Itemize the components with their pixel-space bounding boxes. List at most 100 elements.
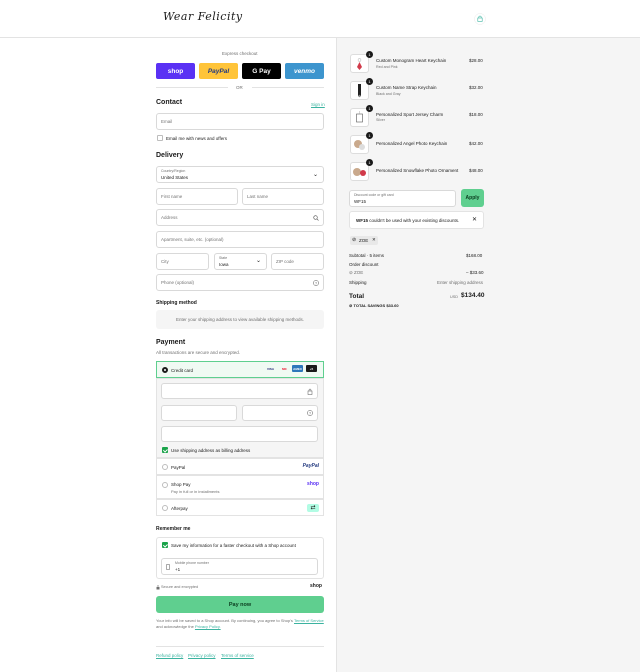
shipping-message: Enter your shipping address to view avai…	[175, 317, 305, 322]
tag-icon: ⊘	[349, 270, 353, 275]
order-discount-label: Order discount	[349, 262, 379, 267]
quantity-badge: 1	[366, 78, 373, 85]
credit-card-option[interactable]: Credit card VISA MC AMEX +5	[156, 361, 324, 378]
paypal-button[interactable]: PayPal	[199, 63, 238, 79]
item-variant: Black and Gray	[376, 92, 401, 96]
divider	[156, 87, 228, 88]
country-select[interactable]: Country/Region United States ⌄	[156, 166, 324, 183]
privacy-link[interactable]: Privacy Policy.	[195, 624, 221, 629]
last-name-field[interactable]: Last name	[242, 188, 324, 205]
sign-in-link[interactable]: Sign in	[311, 102, 325, 107]
phone-field[interactable]: Phone (optional) ?	[156, 274, 324, 291]
quantity-badge: 1	[366, 132, 373, 139]
item-variant: Silver	[376, 118, 385, 122]
item-variant: Red and Pink	[376, 65, 398, 69]
shoppay-option[interactable]: Shop Pay Pay in full or in installments …	[156, 475, 324, 499]
refund-policy-link[interactable]: Refund policy	[156, 653, 183, 658]
shop-logo: shop	[310, 583, 322, 589]
more-cards-icon: +5	[306, 365, 317, 372]
credit-card-label: Credit card	[171, 368, 194, 373]
terms-of-service-link[interactable]: Terms of service	[221, 653, 254, 658]
card-expiry-field[interactable]	[161, 405, 237, 421]
item-name: Custom Monogram Heart Keychain	[376, 58, 447, 63]
google-pay-button[interactable]: G Pay	[242, 63, 281, 79]
express-label: Express checkout	[222, 51, 258, 56]
total-label: Total	[349, 293, 365, 300]
delivery-title: Delivery	[156, 152, 184, 159]
mastercard-icon: MC	[282, 366, 287, 371]
card-name-field[interactable]	[161, 426, 318, 442]
credit-card-radio[interactable]	[162, 367, 168, 373]
afterpay-icon: ⇄	[307, 504, 319, 512]
billing-checkbox[interactable]	[162, 447, 168, 453]
paypal-option[interactable]: PayPal PayPal	[156, 458, 324, 475]
venmo-button[interactable]: venmo	[285, 63, 324, 79]
save-info-checkbox[interactable]	[162, 542, 168, 548]
mobile-phone-field[interactable]: Mobile phone number +1	[161, 558, 318, 575]
card-number-field[interactable]	[161, 383, 318, 399]
discount-error: WF15 couldn't be used with your existing…	[349, 211, 484, 229]
secure-label: Secure and encrypted	[161, 585, 199, 589]
search-icon	[313, 215, 319, 221]
help-icon[interactable]: ?	[313, 280, 319, 286]
discount-amount: – $33.60	[466, 270, 484, 275]
discount-code-row: ⊘ ZOE	[349, 270, 364, 275]
shipping-title: Shipping method	[156, 300, 197, 306]
header: Wear Felicity	[0, 0, 640, 38]
shopping-bag-icon[interactable]	[474, 13, 486, 25]
item-price: $18.00	[469, 112, 483, 117]
zip-field[interactable]: ZIP code	[271, 253, 324, 270]
quantity-badge: 1	[366, 159, 373, 166]
news-checkbox[interactable]	[157, 135, 163, 141]
subtotal-value: $168.00	[466, 253, 483, 258]
item-price: $48.00	[469, 168, 483, 173]
divider	[252, 87, 324, 88]
afterpay-option[interactable]: Afterpay ⇄	[156, 499, 324, 516]
discount-tag: ⊘ ZOE ✕	[350, 236, 378, 245]
order-summary	[337, 38, 640, 672]
pay-now-button[interactable]: Pay now	[156, 596, 324, 613]
save-info-label: Save my information for a faster checkou…	[171, 543, 296, 548]
close-icon[interactable]: ✕	[472, 216, 477, 223]
email-field[interactable]: Email	[156, 113, 324, 130]
discount-field[interactable]: Discount code or gift card WF15	[349, 190, 456, 207]
help-icon: ?	[307, 410, 313, 416]
divider	[156, 646, 324, 647]
card-cvv-field[interactable]: ?	[242, 405, 318, 421]
quantity-badge: 1	[366, 51, 373, 58]
shipping-label: Shipping	[349, 280, 367, 285]
lock-icon	[156, 585, 160, 590]
savings-row: ⊘ TOTAL SAVINGS $33.60	[349, 303, 399, 308]
contact-title: Contact	[156, 99, 183, 106]
afterpay-radio[interactable]	[162, 505, 168, 511]
remove-tag-icon[interactable]: ✕	[372, 237, 376, 243]
amex-icon: AMEX	[292, 365, 303, 372]
apply-button[interactable]: Apply	[461, 189, 484, 207]
billing-label: Use shipping address as billing address	[171, 448, 251, 453]
item-name: Personalized Sport Jersey Charm	[376, 112, 444, 117]
paypal-logo: PayPal	[302, 463, 319, 469]
tag-icon: ⊘	[352, 237, 357, 243]
city-field[interactable]: City	[156, 253, 209, 270]
remember-title: Remember me	[156, 526, 191, 532]
svg-text:?: ?	[309, 411, 311, 415]
svg-text:?: ?	[315, 281, 317, 285]
currency-label: USD	[450, 295, 459, 299]
first-name-field[interactable]: First name	[156, 188, 238, 205]
apartment-field[interactable]: Apartment, suite, etc. (optional)	[156, 231, 324, 248]
tos-link[interactable]: Terms of Service	[294, 618, 324, 623]
privacy-policy-link[interactable]: Privacy policy	[188, 653, 216, 658]
state-select[interactable]: State Iowa ⌄	[214, 253, 267, 270]
paypal-radio[interactable]	[162, 464, 168, 470]
shop-pay-button[interactable]: shop	[156, 63, 195, 79]
item-price: $28.00	[469, 58, 483, 63]
address-field[interactable]: Address	[156, 209, 324, 226]
news-label: Email me with news and offers	[166, 136, 227, 141]
shoppay-radio[interactable]	[162, 482, 168, 488]
item-name: Custom Name Strap Keychain	[376, 85, 437, 90]
total-value: $134.40	[461, 292, 485, 299]
payment-title: Payment	[156, 339, 186, 346]
store-logo[interactable]: Wear Felicity	[163, 10, 243, 23]
quantity-badge: 1	[366, 105, 373, 112]
or-label: OR	[236, 85, 243, 90]
